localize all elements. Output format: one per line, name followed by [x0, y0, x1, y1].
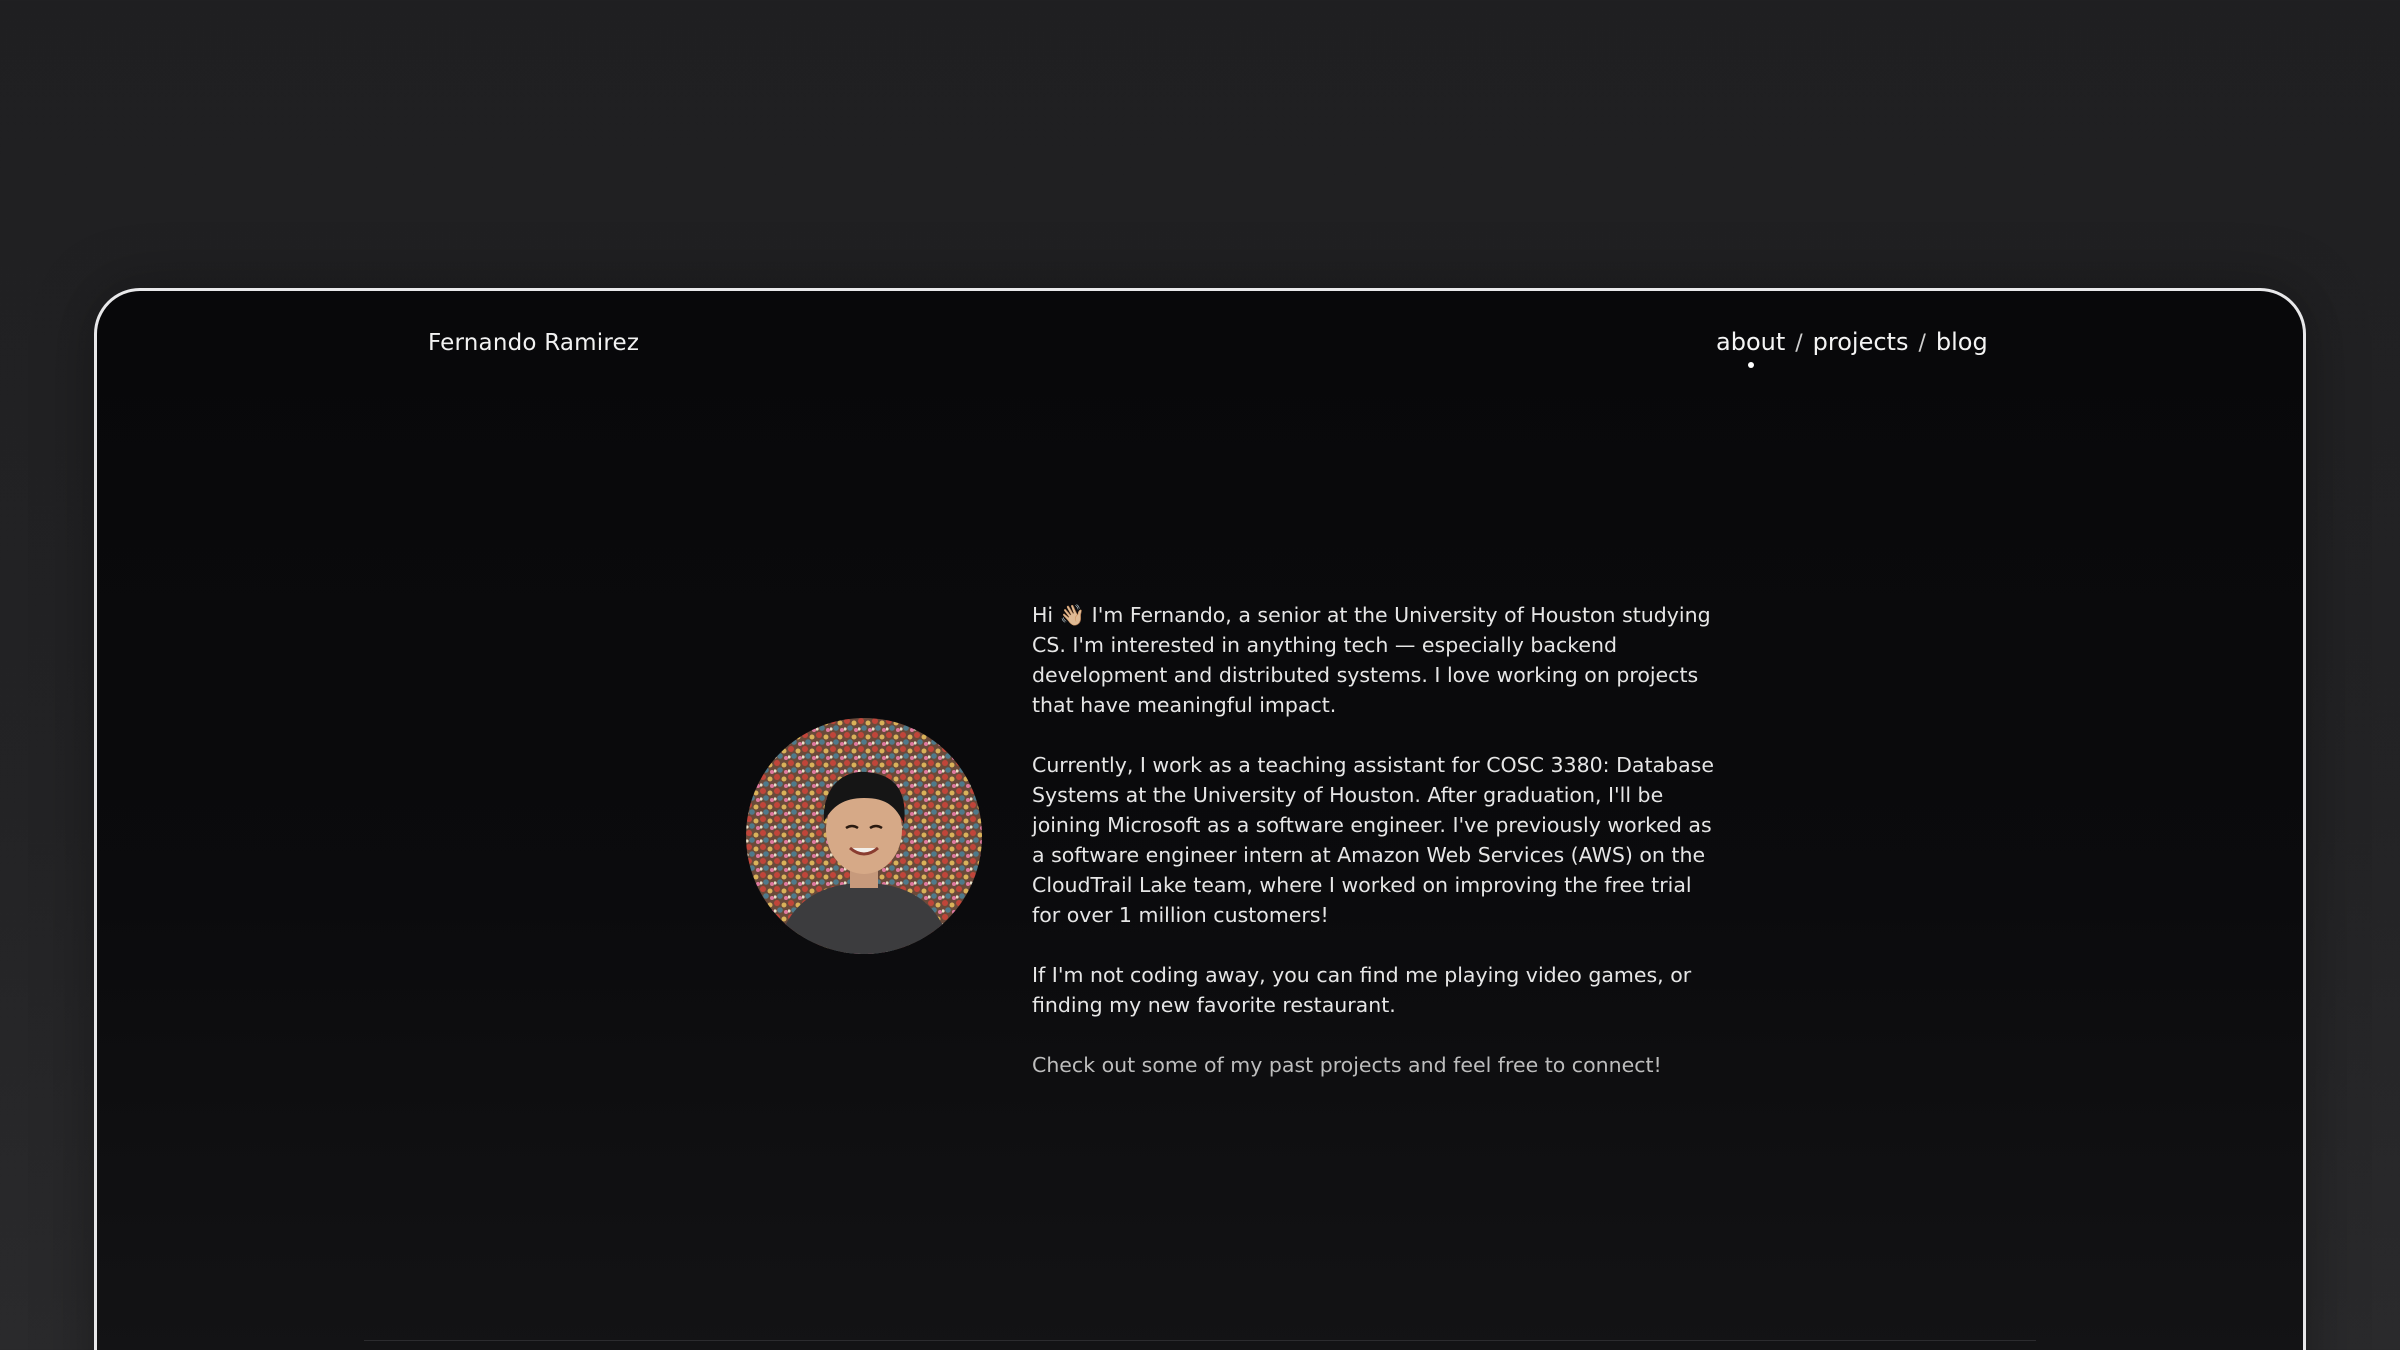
- site-title[interactable]: Fernando Ramirez: [428, 330, 639, 356]
- main-nav: about / projects / blog: [1716, 328, 1988, 368]
- profile-photo-icon: [746, 718, 982, 954]
- footer-divider: [364, 1340, 2036, 1341]
- nav-separator: /: [1918, 331, 1926, 356]
- bio-section: Hi 👋🏼 I'm Fernando, a senior at the Univ…: [1032, 600, 1722, 1110]
- bio-paragraph-work: Currently, I work as a teaching assistan…: [1032, 753, 1714, 927]
- active-indicator-dot: [1747, 362, 1754, 368]
- bio-paragraph-hobbies: If I'm not coding away, you can find me …: [1032, 963, 1692, 1017]
- nav-about-label: about: [1716, 328, 1786, 356]
- nav-separator: /: [1795, 331, 1803, 356]
- profile-photo: [746, 718, 982, 954]
- bio-paragraph-cta: Check out some of my past projects and f…: [1032, 1053, 1662, 1077]
- nav-projects-link[interactable]: projects: [1813, 328, 1909, 356]
- nav-about-link[interactable]: about: [1716, 328, 1786, 368]
- bio-paragraph-intro: Hi 👋🏼 I'm Fernando, a senior at the Univ…: [1032, 603, 1711, 717]
- nav-blog-link[interactable]: blog: [1936, 328, 1988, 356]
